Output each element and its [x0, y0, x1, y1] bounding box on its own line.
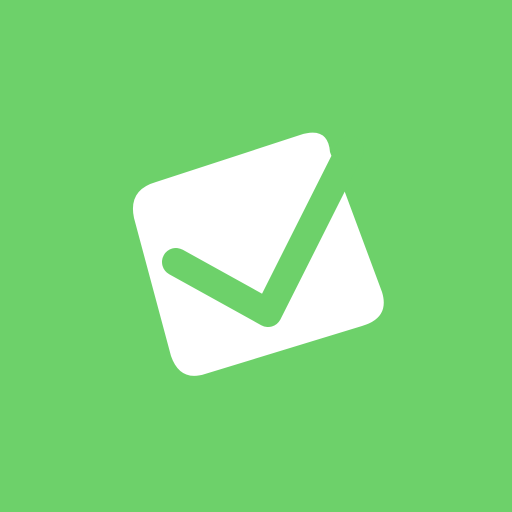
checkbox-check-icon	[132, 132, 384, 376]
app-icon	[0, 0, 512, 512]
